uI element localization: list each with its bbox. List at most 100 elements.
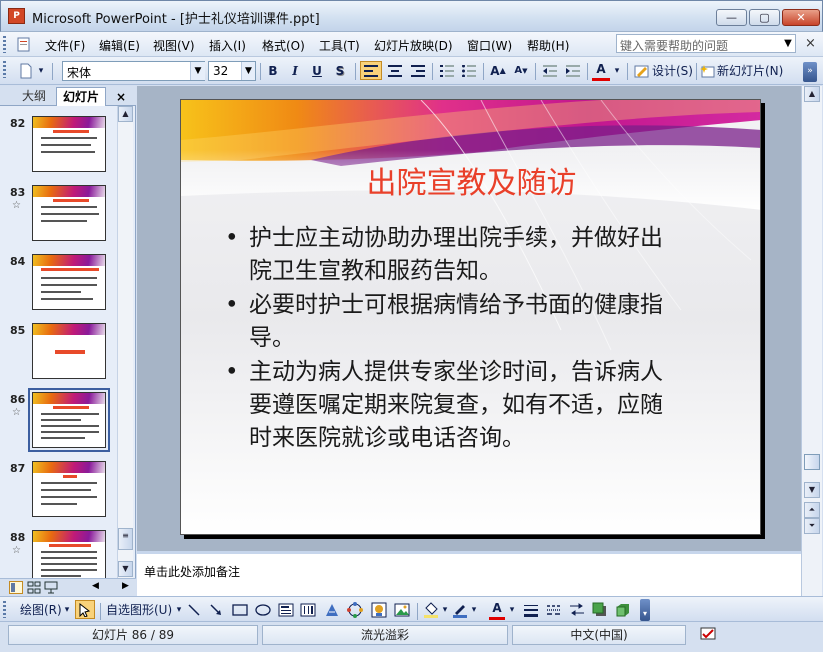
slide-thumbnail-85[interactable]: 85 [0, 318, 117, 388]
close-window-button[interactable]: ✕ [782, 9, 820, 26]
current-slide[interactable]: 出院宣教及随访 • 护士应主动协助办理出院手续，并做好出 院卫生宣教和服药告知。… [180, 99, 761, 535]
notes-pane[interactable]: 单击此处添加备注 [137, 551, 801, 596]
spelling-check-icon[interactable] [700, 627, 718, 641]
increase-font-button[interactable]: A▲ [488, 62, 508, 81]
scroll-up-button[interactable]: ▲ [118, 106, 133, 122]
align-left-button[interactable] [360, 61, 382, 80]
scroll-down-button[interactable]: ▼ [118, 561, 133, 577]
scroll-up-button[interactable]: ▲ [804, 86, 820, 102]
vertical-text-box-icon[interactable] [300, 603, 316, 617]
toolbar-grip[interactable] [3, 36, 6, 53]
shadow-style-icon[interactable] [592, 602, 608, 618]
autoshapes-button[interactable]: 自选图形(U) [106, 601, 178, 620]
underline-button[interactable]: U [308, 62, 326, 81]
oval-icon[interactable] [255, 603, 271, 617]
slideshow-icon[interactable] [44, 581, 58, 594]
slide-thumbnail-84[interactable]: 84 [0, 249, 117, 319]
arrow-style-icon[interactable] [569, 603, 585, 617]
bold-button[interactable]: B [264, 62, 282, 81]
document-icon[interactable] [16, 37, 32, 52]
chevron-down-icon[interactable]: ▼ [241, 62, 255, 80]
chevron-down-icon[interactable]: ▾ [612, 62, 622, 81]
slide-thumbnail-82[interactable]: 82 [0, 111, 117, 181]
slide-thumbnail-88[interactable]: 88 ☆ [0, 525, 117, 578]
italic-button[interactable]: I [286, 62, 304, 81]
scroll-left-icon[interactable]: ◀ [92, 581, 99, 591]
font-color-icon[interactable]: A [489, 601, 505, 620]
font-color-button[interactable]: A [592, 62, 610, 81]
menu-slideshow[interactable]: 幻灯片放映(D) [374, 37, 453, 54]
line-color-icon[interactable] [452, 602, 468, 618]
bullets-button[interactable] [459, 62, 479, 81]
menu-edit[interactable]: 编辑(E) [99, 37, 140, 54]
clip-art-icon[interactable] [371, 602, 387, 618]
scroll-thumb[interactable]: ≡ [118, 528, 133, 550]
font-name-combo[interactable]: 宋体 [62, 61, 205, 81]
slide-thumbnail-87[interactable]: 87 [0, 456, 117, 526]
bullet-item[interactable]: • 护士应主动协助办理出院手续，并做好出 院卫生宣教和服药告知。 [221, 222, 721, 288]
close-panel-button[interactable]: × [116, 88, 126, 107]
menu-help[interactable]: 帮助(H) [527, 37, 569, 54]
scroll-right-icon[interactable]: ▶ [122, 581, 129, 591]
menu-view[interactable]: 视图(V) [153, 37, 195, 54]
decrease-indent-button[interactable] [540, 62, 560, 81]
thumbnails-scrollbar[interactable]: ▲ ≡ ▼ [117, 106, 133, 578]
bullet-item[interactable]: • 主动为病人提供专家坐诊时间，告诉病人 要遵医嘱定期来院复查，如有不适，应随 … [221, 356, 721, 455]
chevron-down-icon[interactable]: ▾ [507, 601, 517, 620]
slide-sorter-icon[interactable] [27, 581, 41, 594]
slide-title[interactable]: 出院宣教及随访 [181, 158, 760, 202]
design-template-status[interactable]: 流光溢彩 [262, 625, 508, 645]
chevron-down-icon[interactable]: ▾ [469, 601, 479, 620]
slide-thumbnail-83[interactable]: 83 ☆ [0, 180, 117, 250]
language-status[interactable]: 中文(中国) [512, 625, 686, 645]
normal-view-icon[interactable] [9, 581, 23, 594]
dash-style-icon[interactable] [546, 603, 562, 617]
scroll-down-button[interactable]: ▼ [804, 482, 820, 498]
slide-scrollbar[interactable]: ▲ ▼ ⏶ ⏷ [801, 86, 822, 551]
slide-thumbnail-86[interactable]: 86 ☆ [0, 387, 117, 457]
increase-indent-button[interactable] [563, 62, 583, 81]
toolbar-options-button[interactable]: » [803, 62, 817, 82]
picture-icon[interactable] [394, 602, 410, 618]
line-icon[interactable] [187, 603, 201, 617]
line-style-icon[interactable] [523, 603, 539, 617]
tab-slides[interactable]: 幻灯片 [56, 87, 106, 106]
arrow-icon[interactable] [209, 603, 223, 617]
close-document-button[interactable]: × [805, 36, 816, 51]
toolbar-grip[interactable] [3, 601, 6, 618]
align-right-button[interactable] [408, 62, 428, 81]
menu-format[interactable]: 格式(O) [262, 37, 305, 54]
next-slide-button[interactable]: ⏷ [804, 518, 820, 534]
text-box-icon[interactable] [278, 603, 294, 617]
chevron-down-icon[interactable]: ▼ [780, 34, 796, 53]
3d-style-icon[interactable] [615, 602, 631, 618]
help-search-input[interactable]: 键入需要帮助的问题 [616, 34, 796, 53]
scroll-thumb[interactable] [804, 454, 820, 470]
bullet-item[interactable]: • 必要时护士可根据病情给予书面的健康指 导。 [221, 289, 721, 355]
minimize-button[interactable]: — [716, 9, 747, 26]
menu-file[interactable]: 文件(F) [45, 37, 85, 54]
draw-menu-button[interactable]: 绘图(R) [20, 601, 62, 620]
select-objects-button[interactable] [75, 600, 95, 619]
notes-scrollbar[interactable] [801, 551, 822, 596]
menu-insert[interactable]: 插入(I) [209, 37, 246, 54]
chevron-down-icon[interactable]: ▾ [440, 601, 450, 620]
chevron-down-icon[interactable]: ▾ [174, 601, 184, 620]
new-slide-button[interactable]: 新幻灯片(N) [717, 62, 787, 81]
design-button[interactable]: 设计(S) [652, 62, 694, 81]
new-file-icon[interactable] [18, 63, 34, 79]
decrease-font-button[interactable]: A▼ [511, 62, 531, 81]
shadow-button[interactable]: S [331, 62, 349, 81]
menu-tools[interactable]: 工具(T) [319, 37, 360, 54]
diagram-icon[interactable] [347, 602, 363, 618]
rectangle-icon[interactable] [232, 603, 248, 617]
toolbar-grip[interactable] [3, 61, 6, 78]
align-center-button[interactable] [385, 62, 405, 81]
previous-slide-button[interactable]: ⏶ [804, 502, 820, 518]
chevron-down-icon[interactable]: ▾ [62, 601, 72, 620]
toolbar-options-button[interactable]: ▾ [640, 599, 650, 621]
numbering-button[interactable] [437, 62, 457, 81]
powerpoint-icon[interactable]: P [8, 8, 25, 24]
chevron-down-icon[interactable]: ▼ [190, 62, 205, 80]
chevron-down-icon[interactable]: ▾ [36, 62, 46, 81]
